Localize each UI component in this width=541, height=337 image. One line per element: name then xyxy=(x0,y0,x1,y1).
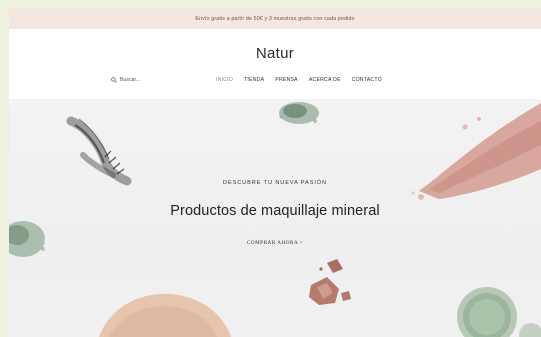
hero-kicker: DESCUBRE TU NUEVA PASIÓN xyxy=(223,180,327,186)
hero-banner: DESCUBRE TU NUEVA PASIÓN Productos de ma… xyxy=(9,99,541,337)
site-header: Natur Buscar... INICIO TIENDA PRENSA ACE… xyxy=(9,29,541,99)
page: Envío gratis a partir de 50€ y 3 muestra… xyxy=(9,9,541,337)
hero-title: Productos de maquillaje mineral xyxy=(170,203,380,219)
nav-item-tienda[interactable]: TIENDA xyxy=(244,77,264,83)
green-compact xyxy=(457,287,541,337)
announcement-bar: Envío gratis a partir de 50€ y 3 muestra… xyxy=(9,9,541,29)
search-input[interactable]: Buscar... xyxy=(120,77,140,83)
nav-item-inicio[interactable]: INICIO xyxy=(216,77,233,83)
shop-now-link[interactable]: COMPRAR AHORA > xyxy=(9,240,541,246)
nav-item-acerca-de[interactable]: ACERCA DE xyxy=(309,77,341,83)
search-icon xyxy=(111,77,117,83)
announcement-text: Envío gratis a partir de 50€ y 3 muestra… xyxy=(195,16,355,22)
foundation-swatch xyxy=(99,293,231,337)
site-logo[interactable]: Natur xyxy=(9,45,541,62)
bronze-powder-chunks xyxy=(309,259,351,305)
nav-item-contacto[interactable]: CONTACTO xyxy=(352,77,382,83)
main-nav: INICIO TIENDA PRENSA ACERCA DE CONTACTO xyxy=(216,77,382,83)
mascara-smear xyxy=(66,116,132,186)
green-powder-top xyxy=(279,102,319,124)
search-field[interactable]: Buscar... xyxy=(111,77,140,83)
nav-item-prensa[interactable]: PRENSA xyxy=(275,77,298,83)
green-powder-left xyxy=(9,221,45,257)
